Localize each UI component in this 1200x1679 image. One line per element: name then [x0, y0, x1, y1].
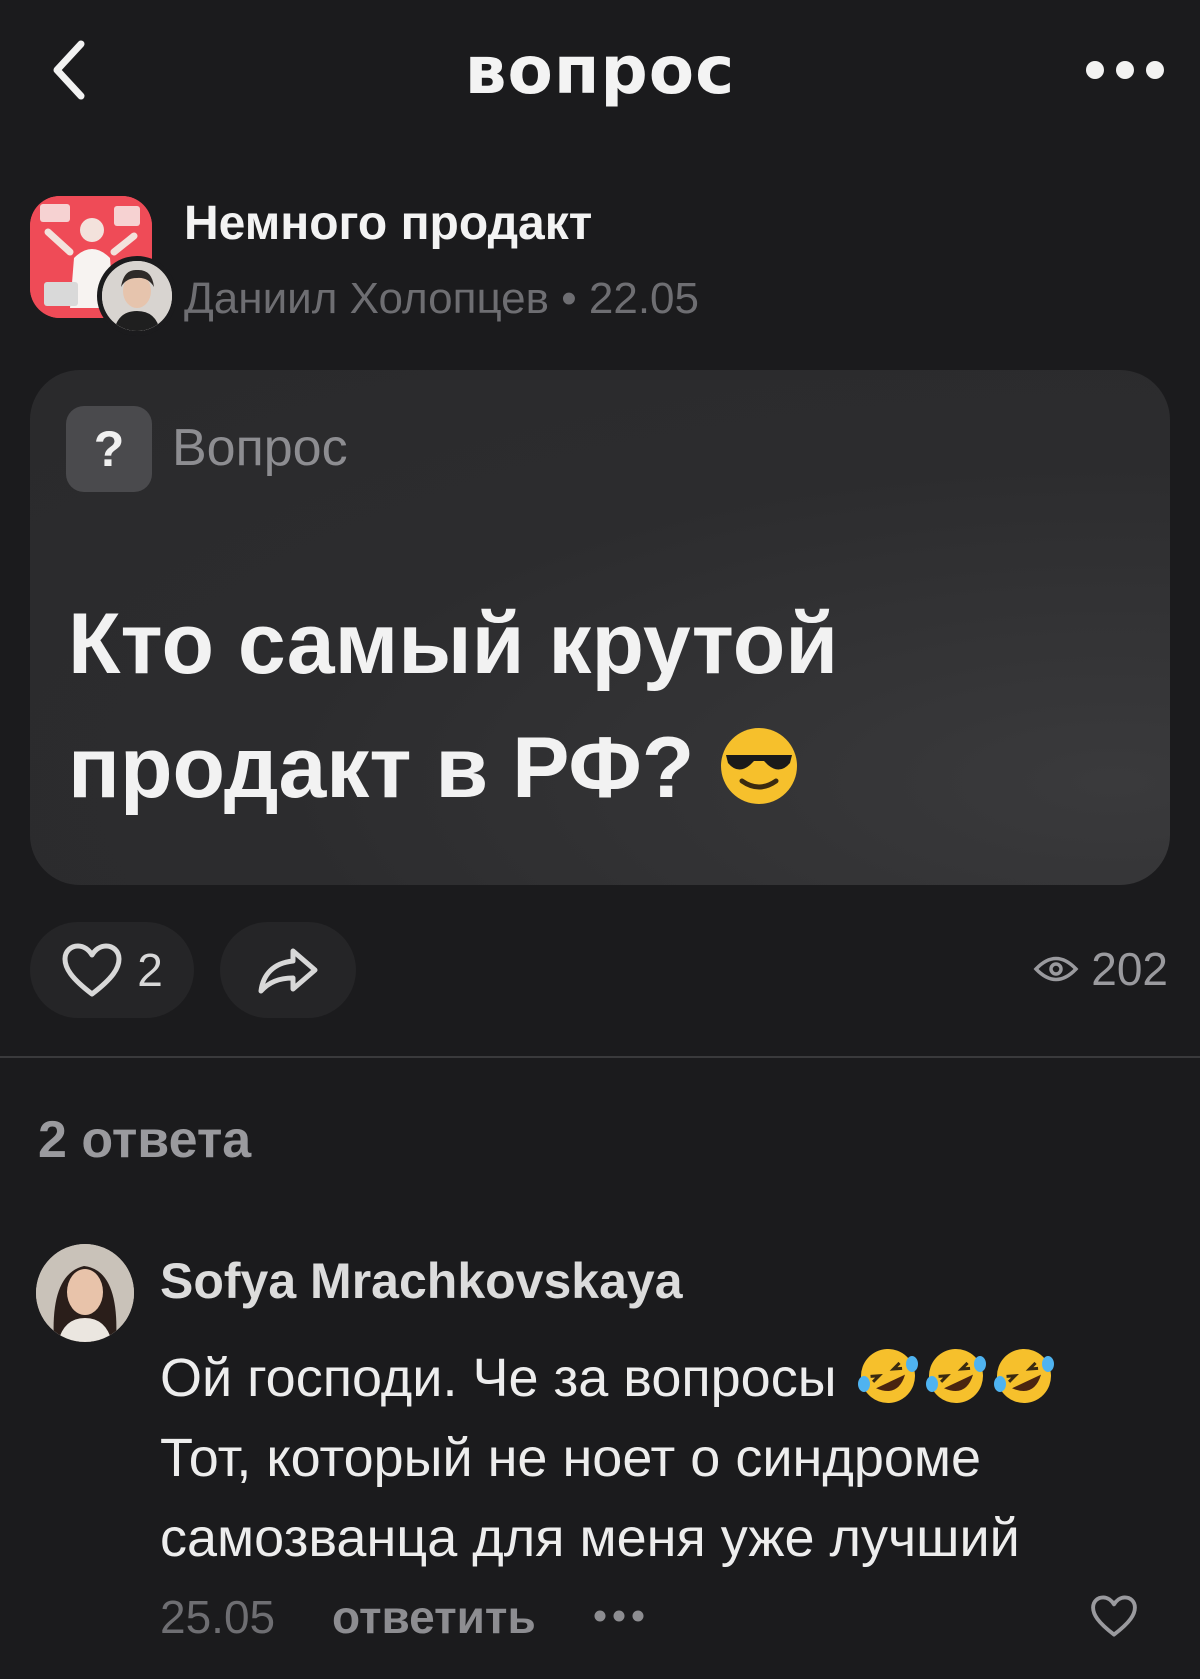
author-avatar[interactable]: [97, 256, 177, 336]
question-mark-icon: ?: [66, 406, 152, 492]
comment-line-1: Ой господи. Че за вопросы: [160, 1338, 1160, 1418]
reply-button[interactable]: ответить: [332, 1590, 536, 1644]
like-count: 2: [137, 944, 163, 996]
comment-line-2: Тот, который не ноет о синдроме: [160, 1428, 982, 1488]
question-badge-glyph: ?: [93, 421, 125, 477]
comment-line-1-text: Ой господи. Че за вопросы: [160, 1348, 837, 1408]
comment-author-avatar[interactable]: [36, 1244, 134, 1342]
comment-author-name[interactable]: Sofya Mrachkovskaya: [160, 1252, 683, 1310]
views-counter: 202: [1033, 942, 1168, 996]
laughing-emoji-icon: [857, 1349, 918, 1403]
author-photo: [102, 261, 172, 331]
top-bar: вопрос: [0, 0, 1200, 140]
comment-line-3: самозванца для меня уже лучший: [160, 1508, 1020, 1568]
like-button[interactable]: 2: [30, 922, 194, 1018]
author-name[interactable]: Даниил Холопцев: [184, 274, 549, 323]
more-horizontal-icon: [1086, 61, 1164, 79]
comment-like-button[interactable]: [1086, 1588, 1142, 1644]
share-button[interactable]: [220, 922, 356, 1018]
more-horizontal-icon: [594, 1610, 644, 1622]
share-arrow-icon: [258, 948, 318, 994]
comment-more-button[interactable]: [584, 1596, 654, 1636]
question-text: Кто самый крутой продакт в РФ?: [68, 582, 1128, 830]
meta-separator: •: [561, 274, 577, 323]
more-options-button[interactable]: [1080, 40, 1170, 100]
heart-icon: [62, 943, 122, 997]
post-date: 22.05: [588, 274, 699, 323]
answers-heading: 2 ответа: [38, 1111, 252, 1169]
post-meta: Даниил Холопцев • 22.05: [184, 274, 699, 324]
views-count: 202: [1091, 943, 1168, 995]
question-label: Вопрос: [172, 419, 348, 477]
comment-text: Ой господи. Че за вопросы Тот, который н…: [160, 1338, 1160, 1578]
sunglasses-emoji-icon: [721, 728, 798, 804]
page-title: вопрос: [464, 32, 736, 109]
commenter-photo: [36, 1244, 134, 1342]
question-card: ? Вопрос Кто самый крутой продакт в РФ?: [30, 370, 1170, 885]
heart-icon: [1091, 1595, 1137, 1637]
laughing-emoji-icon: [993, 1349, 1054, 1403]
laughing-emoji-icon: [925, 1349, 986, 1403]
comment-date: 25.05: [160, 1591, 276, 1643]
community-name[interactable]: Немного продакт: [184, 196, 592, 251]
eye-icon: [1033, 956, 1079, 982]
section-divider: [0, 1056, 1200, 1058]
